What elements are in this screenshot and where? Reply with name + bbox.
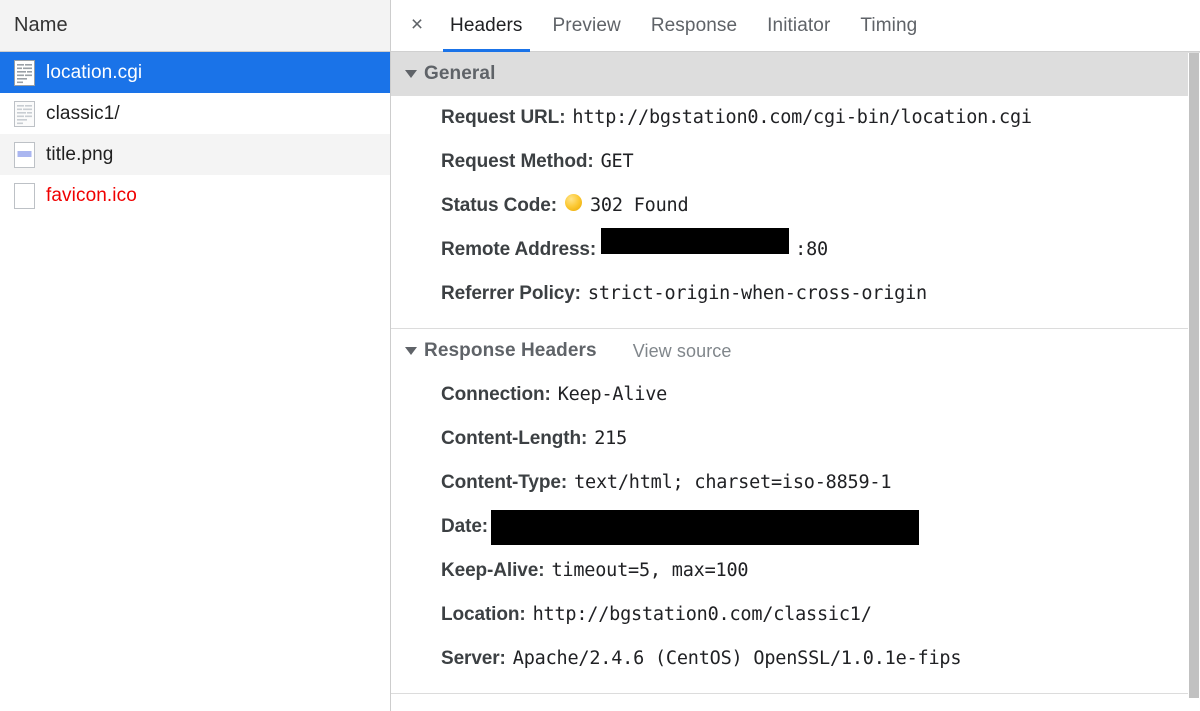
header-value: strict-origin-when-cross-origin [587,283,927,304]
section-title: Response Headers [424,340,597,361]
list-item[interactable]: location.cgi [0,52,390,93]
header-value: 215 [594,428,628,449]
tab-label: Response [650,14,738,36]
header-value: http://bgstation0.com/cgi-bin/location.c… [572,107,1032,128]
header-key: Request URL: [441,107,566,128]
detail-tabbar: × Headers Preview Response Initiator Tim… [391,0,1200,52]
header-value: GET [600,151,634,172]
tab-label: Timing [860,14,918,36]
tab-label: Headers [450,14,523,36]
list-item[interactable]: title.png [0,134,390,175]
header-key: Remote Address: [441,239,597,260]
header-row-content-type: Content-Type: text/html; charset=iso-885… [391,461,1200,505]
redaction-bar [601,228,790,254]
header-key: Referrer Policy: [441,283,581,304]
header-row-date: Date: [391,505,1200,549]
header-value: 302 Found [589,195,689,216]
tab-label: Preview [552,14,621,36]
header-key: Location: [441,604,526,625]
redaction-bar [491,510,919,545]
header-key: Request Method: [441,151,594,172]
blank-file-icon [14,182,35,209]
header-key: Status Code: [441,195,557,216]
header-row-server: Server: Apache/2.4.6 (CentOS) OpenSSL/1.… [391,637,1200,681]
list-item-label: favicon.ico [46,184,137,206]
header-row-request-method: Request Method: GET [391,140,1200,184]
response-header-rows: Connection: Keep-Alive Content-Length: 2… [391,373,1200,681]
header-row-location: Location: http://bgstation0.com/classic1… [391,593,1200,637]
close-icon[interactable]: × [399,0,435,51]
header-key: Content-Type: [441,472,568,493]
header-row-content-length: Content-Length: 215 [391,417,1200,461]
header-row-keep-alive: Keep-Alive: timeout=5, max=100 [391,549,1200,593]
header-row-referrer-policy: Referrer Policy: strict-origin-when-cros… [391,272,1200,316]
header-value: :80 [795,239,828,260]
list-item[interactable]: classic1/ [0,93,390,134]
column-header-label: Name [14,14,68,36]
header-row-remote-address: Remote Address: :80 [391,228,1200,272]
caret-down-icon [405,347,417,355]
list-item-label: location.cgi [46,61,143,83]
general-rows: Request URL: http://bgstation0.com/cgi-b… [391,96,1200,316]
header-value: http://bgstation0.com/classic1/ [532,604,872,625]
tab-initiator[interactable]: Initiator [752,0,845,51]
caret-down-icon [405,70,417,78]
tab-headers[interactable]: Headers [435,0,538,52]
header-value: Keep-Alive [557,384,668,405]
header-key: Date: [441,516,489,537]
header-key: Server: [441,648,506,669]
column-header-name[interactable]: Name [0,0,390,52]
list-item-label: classic1/ [46,102,120,124]
header-row-request-url: Request URL: http://bgstation0.com/cgi-b… [391,96,1200,140]
header-value: Apache/2.4.6 (CentOS) OpenSSL/1.0.1e-fip… [512,648,962,669]
section-header-general[interactable]: General [391,52,1200,96]
devtools-network-panel: Name location.cgi classic1/ title.png fa… [0,0,1200,711]
header-key: Connection: [441,384,551,405]
section-divider-bottom [391,693,1200,694]
tab-label: Initiator [767,14,831,36]
document-icon [14,59,35,86]
vertical-scrollbar-thumb[interactable] [1189,53,1199,698]
tab-preview[interactable]: Preview [538,0,636,51]
request-list: location.cgi classic1/ title.png favicon… [0,52,390,216]
list-item[interactable]: favicon.ico [0,175,390,216]
tab-timing[interactable]: Timing [845,0,932,51]
header-row-status-code: Status Code: 302 Found [391,184,1200,228]
header-value: text/html; charset=iso-8859-1 [574,472,892,493]
view-source-link[interactable]: View source [633,341,732,362]
header-value: timeout=5, max=100 [551,560,749,581]
section-header-response-headers[interactable]: Response Headers View source [391,329,1200,373]
header-key: Keep-Alive: [441,560,545,581]
header-row-connection: Connection: Keep-Alive [391,373,1200,417]
tab-response[interactable]: Response [636,0,752,51]
status-indicator-icon [564,194,582,211]
list-item-label: title.png [46,143,114,165]
image-icon [14,141,35,168]
request-list-panel: Name location.cgi classic1/ title.png fa… [0,0,391,711]
header-key: Content-Length: [441,428,588,449]
request-detail-panel: × Headers Preview Response Initiator Tim… [391,0,1200,711]
document-icon [14,100,35,127]
section-title: General [424,63,496,84]
